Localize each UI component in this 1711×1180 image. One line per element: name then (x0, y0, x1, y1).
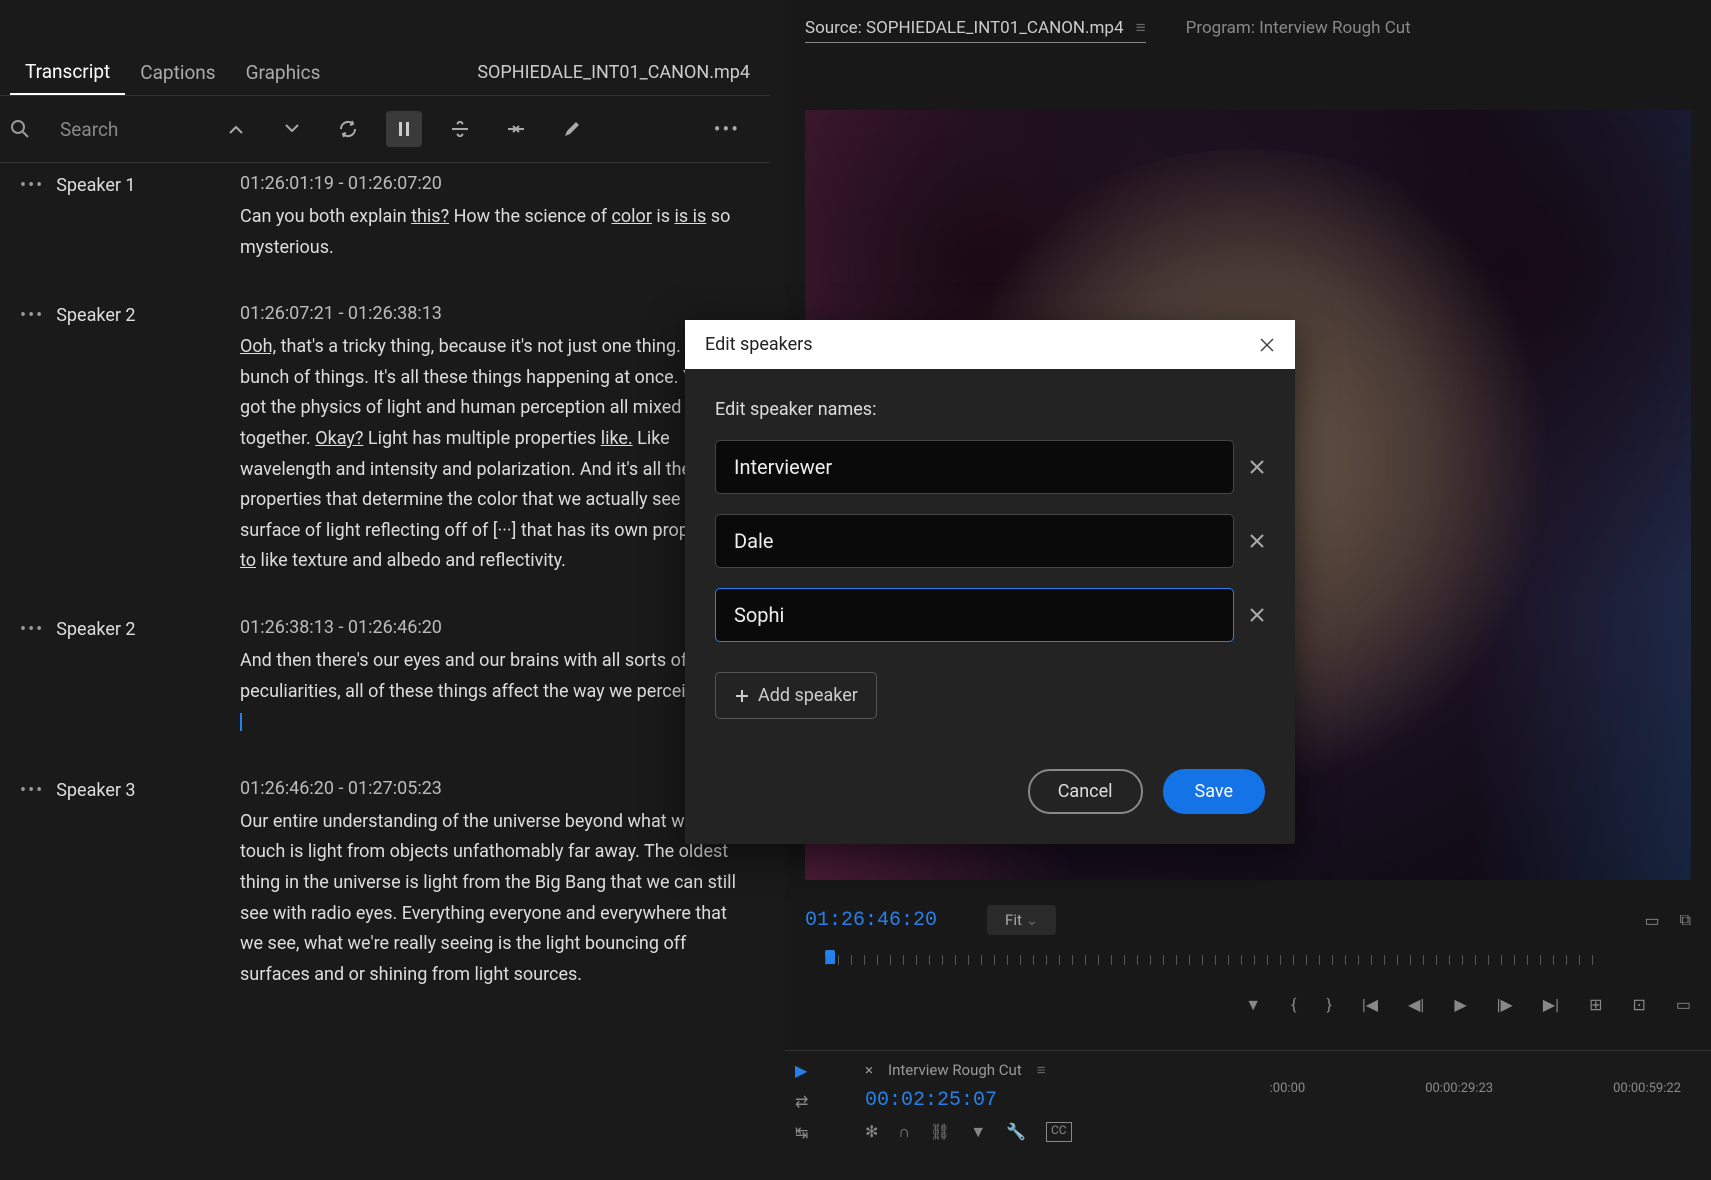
marker-safe-icon[interactable]: ▭ (1644, 911, 1659, 930)
segment-timecode[interactable]: 01:26:46:20 - 01:27:05:23 (240, 778, 750, 799)
timeline-ruler[interactable]: :00:00 00:00:29:23 00:00:59:22 (1270, 1081, 1681, 1096)
save-button[interactable]: Save (1163, 769, 1266, 814)
transport-bar: 01:26:46:20 Fit ⌄ ▭ ⧉ (805, 905, 1691, 935)
prev-icon[interactable] (218, 111, 254, 147)
go-out-icon[interactable]: ▶| (1543, 995, 1559, 1015)
tab-graphics[interactable]: Graphics (231, 51, 336, 94)
vr-toggle-icon[interactable]: ⧉ (1680, 910, 1691, 930)
timeline-panel: ▶ ⇄ ↹ × Interview Rough Cut ≡ 00:02:25:0… (785, 1050, 1711, 1178)
wrench-icon[interactable]: 🔧 (1006, 1122, 1026, 1142)
cc-icon[interactable]: CC (1046, 1122, 1072, 1142)
ripple-tool-icon[interactable]: ↹ (795, 1123, 835, 1142)
speaker-name-input-1[interactable] (715, 440, 1234, 494)
timecode-display[interactable]: 01:26:46:20 (805, 909, 937, 932)
selection-tool-icon[interactable]: ▶ (795, 1061, 835, 1080)
zoom-fit-dropdown[interactable]: Fit ⌄ (987, 905, 1056, 935)
export-frame-icon[interactable]: ▭ (1676, 995, 1691, 1015)
dialog-title: Edit speakers (705, 334, 813, 355)
transcript-segment: ••• Speaker 2 01:26:07:21 - 01:26:38:13 Ooh… (20, 303, 750, 577)
remove-speaker-3-icon[interactable] (1249, 607, 1265, 623)
search-input[interactable]: Search (60, 118, 118, 141)
marker-tl-icon[interactable]: ▼ (970, 1122, 986, 1142)
text-panel: Transcript Captions Graphics SOPHIEDALE_… (0, 0, 770, 1178)
segment-text[interactable]: Ooh, that's a tricky thing, because it's… (240, 332, 750, 577)
insert-icon[interactable]: ⊞ (1589, 995, 1602, 1015)
go-in-icon[interactable]: |◀ (1362, 995, 1378, 1015)
transcript-segment: ••• Speaker 2 01:26:38:13 - 01:26:46:20 And… (20, 617, 750, 738)
close-icon[interactable] (1259, 337, 1275, 353)
segment-menu-icon[interactable]: ••• (20, 619, 44, 640)
monitor-tabs: Source: SOPHIEDALE_INT01_CANON.mp4 ≡ Pro… (785, 0, 1711, 53)
close-seq-icon[interactable]: × (865, 1061, 873, 1079)
playback-controls: ▼ { } |◀ ◀| ▶ |▶ ▶| ⊞ ⊡ ▭ (805, 995, 1691, 1015)
transcript-segment: ••• Speaker 3 01:26:46:20 - 01:27:05:23 Our… (20, 778, 750, 991)
segment-timecode[interactable]: 01:26:07:21 - 01:26:38:13 (240, 303, 750, 324)
transcript-segment: ••• Speaker 1 01:26:01:19 - 01:26:07:20 Can… (20, 173, 750, 263)
pencil-icon[interactable] (554, 111, 590, 147)
mini-ruler[interactable] (805, 945, 1691, 975)
speaker-label[interactable]: Speaker 2 (56, 305, 135, 326)
pause-toggle-icon[interactable] (386, 111, 422, 147)
overwrite-icon[interactable]: ⊡ (1632, 995, 1645, 1015)
next-icon[interactable] (274, 111, 310, 147)
refresh-icon[interactable] (330, 111, 366, 147)
more-icon[interactable]: ••• (714, 117, 760, 141)
remove-speaker-2-icon[interactable] (1249, 533, 1265, 549)
snap-icon[interactable]: ✻ (865, 1122, 878, 1142)
dialog-label: Edit speaker names: (715, 399, 1265, 420)
segment-menu-icon[interactable]: ••• (20, 780, 44, 801)
segment-text[interactable]: Our entire understanding of the universe… (240, 807, 750, 991)
segment-menu-icon[interactable]: ••• (20, 175, 44, 196)
add-marker-icon[interactable]: ▼ (1245, 995, 1261, 1015)
segment-timecode[interactable]: 01:26:38:13 - 01:26:46:20 (240, 617, 750, 638)
speaker-label[interactable]: Speaker 2 (56, 619, 135, 640)
segment-text[interactable]: Can you both explain this? How the scien… (240, 202, 750, 263)
linked-sel-icon[interactable]: ⛓ (930, 1122, 950, 1142)
dialog-header: Edit speakers (685, 320, 1295, 369)
transcript-toolbar: Search ••• (0, 96, 770, 162)
sequence-title[interactable]: Interview Rough Cut (888, 1061, 1022, 1079)
transcript-body: ••• Speaker 1 01:26:01:19 - 01:26:07:20 Can… (0, 162, 770, 1180)
seq-menu-icon[interactable]: ≡ (1037, 1061, 1046, 1079)
step-back-icon[interactable]: ◀| (1408, 995, 1424, 1015)
speaker-label[interactable]: Speaker 3 (56, 780, 135, 801)
speaker-name-input-3[interactable] (715, 588, 1234, 642)
magnet-icon[interactable]: ∩ (898, 1122, 910, 1142)
add-speaker-button[interactable]: Add speaker (715, 672, 877, 719)
tab-source[interactable]: Source: SOPHIEDALE_INT01_CANON.mp4 ≡ (805, 18, 1146, 43)
track-tool-icon[interactable]: ⇄ (795, 1092, 835, 1111)
tab-program[interactable]: Program: Interview Rough Cut (1186, 18, 1411, 43)
timeline-tools: ▶ ⇄ ↹ (785, 1051, 845, 1178)
remove-speaker-1-icon[interactable] (1249, 459, 1265, 475)
merge-icon[interactable] (498, 111, 534, 147)
segment-menu-icon[interactable]: ••• (20, 305, 44, 326)
search-icon[interactable] (10, 119, 30, 139)
tab-transcript[interactable]: Transcript (10, 50, 125, 95)
edit-speakers-dialog: Edit speakers Edit speaker names: Add sp… (685, 320, 1295, 844)
align-icon[interactable] (442, 111, 478, 147)
out-point-icon[interactable]: } (1326, 995, 1331, 1015)
play-icon[interactable]: ▶ (1454, 995, 1466, 1015)
tab-captions[interactable]: Captions (125, 51, 230, 94)
playhead-icon[interactable] (825, 950, 835, 964)
segment-timecode[interactable]: 01:26:01:19 - 01:26:07:20 (240, 173, 750, 194)
cancel-button[interactable]: Cancel (1028, 769, 1143, 814)
speaker-label[interactable]: Speaker 1 (56, 175, 135, 196)
step-fwd-icon[interactable]: |▶ (1497, 995, 1513, 1015)
segment-text[interactable]: And then there's our eyes and our brains… (240, 646, 750, 738)
text-tabs: Transcript Captions Graphics SOPHIEDALE_… (0, 0, 770, 96)
filename-label: SOPHIEDALE_INT01_CANON.mp4 (477, 62, 770, 83)
in-point-icon[interactable]: { (1291, 995, 1296, 1015)
speaker-name-input-2[interactable] (715, 514, 1234, 568)
